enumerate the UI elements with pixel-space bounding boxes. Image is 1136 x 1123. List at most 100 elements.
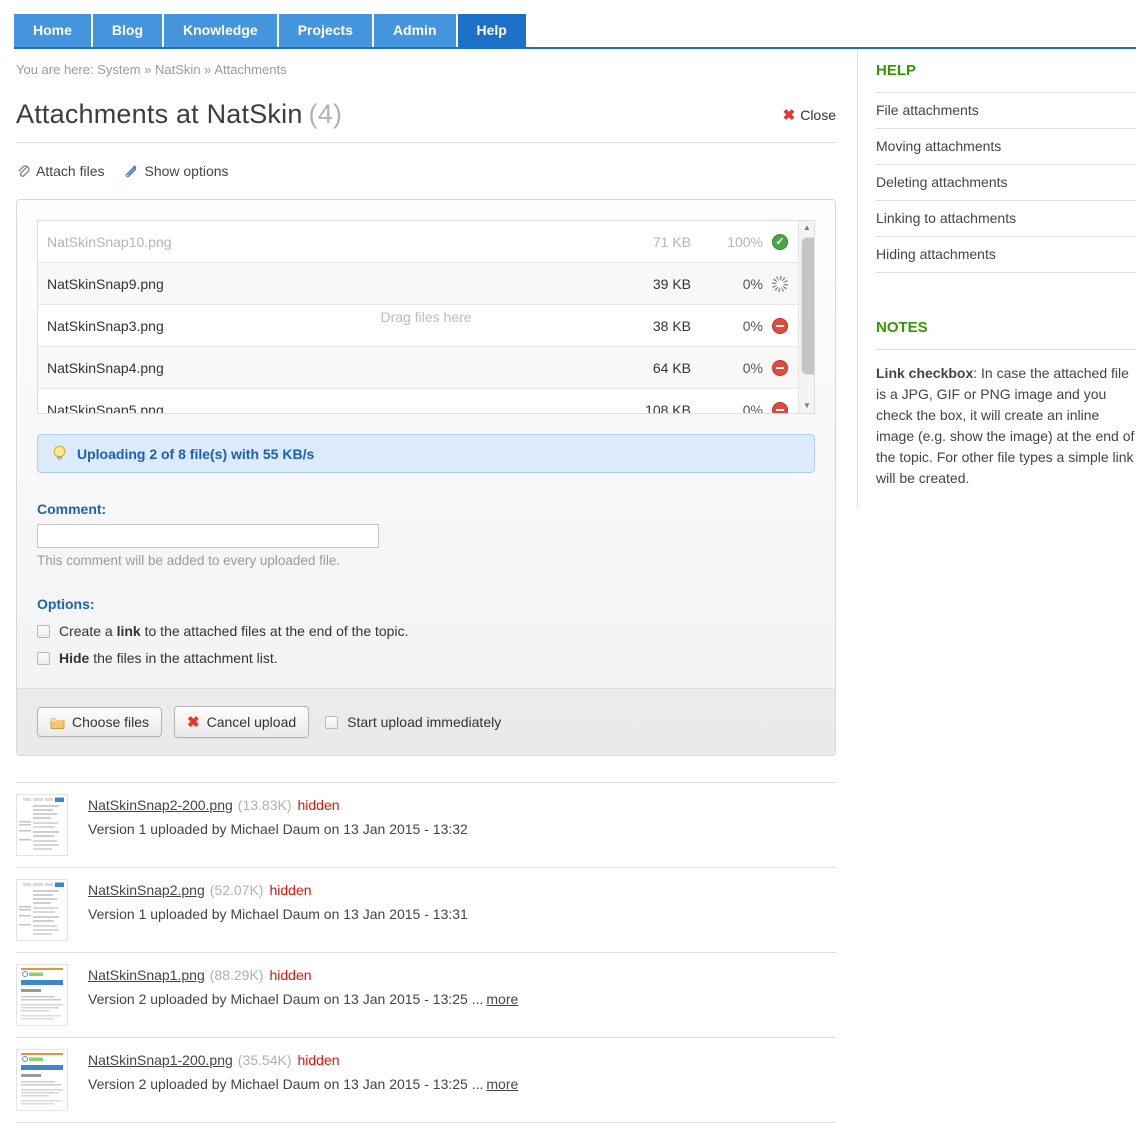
scroll-up-icon[interactable]: ▲ [799,221,815,235]
nav-tab-projects[interactable]: Projects [279,14,372,47]
attachment-item: NatSkinSnap2.png(52.07K)hiddenVersion 1 … [16,867,836,952]
upload-option-row: Hide the files in the attachment list. [37,650,815,666]
upload-status-text: Uploading 2 of 8 file(s) with 55 KB/s [77,446,314,462]
upload-file-size: 39 KB [601,276,691,292]
start-upload-checkbox[interactable] [325,716,338,729]
scrollbar[interactable]: ▲ ▼ [798,221,814,413]
upload-spinner-icon [772,276,788,292]
attachment-size: (13.83K) [238,797,292,813]
breadcrumb: You are here: System » NatSkin » Attachm… [16,62,836,77]
remove-file-icon[interactable] [772,318,788,334]
help-sidebar: HELP File attachmentsMoving attachmentsD… [876,62,1136,489]
close-button[interactable]: ✖ Close [783,106,836,124]
upload-file-name: NatSkinSnap4.png [47,360,601,376]
show-options-link[interactable]: Show options [124,163,228,179]
option-checkbox-1[interactable] [37,652,50,665]
upload-file-size: 64 KB [601,360,691,376]
scrollbar-thumb[interactable] [801,237,815,375]
attachment-size: (35.54K) [238,1052,292,1068]
more-link[interactable]: more [486,991,518,1007]
attachment-thumbnail[interactable] [16,964,68,1026]
help-link-hiding-attachments[interactable]: Hiding attachments [876,237,1136,273]
attachment-item: NatSkinSnap1.png(88.29K)hiddenVersion 2 … [16,952,836,1037]
nav-tab-knowledge[interactable]: Knowledge [164,14,277,47]
lightbulb-icon [52,445,67,462]
upload-file-name: NatSkinSnap10.png [47,234,601,250]
help-heading: HELP [876,62,1136,93]
paperclip-icon [16,164,30,179]
nav-tab-blog[interactable]: Blog [93,14,162,47]
attachment-name-link[interactable]: NatSkinSnap2-200.png [88,797,233,813]
nav-underline [14,47,1136,49]
more-link[interactable]: more [486,1076,518,1092]
nav-tab-admin[interactable]: Admin [374,14,456,47]
help-link-linking-to-attachments[interactable]: Linking to attachments [876,201,1136,237]
upload-done-icon: ✓ [772,234,788,250]
upload-panel: NatSkinSnap10.png71 KB100% ✓ NatSkinSnap9.… [16,199,836,756]
upload-file-row: NatSkinSnap5.png108 KB0% [38,389,814,414]
option-checkbox-0[interactable] [37,625,50,638]
attachment-body: NatSkinSnap1-200.png(35.54K)hiddenVersio… [88,1049,518,1111]
attachment-meta: Version 2 uploaded by Michael Daum on 13… [88,1076,518,1092]
upload-file-progress: 0% [691,360,763,376]
upload-file-progress: 100% [691,234,763,250]
upload-file-row: NatSkinSnap3.png38 KB0% [38,305,814,347]
attachment-item: NatSkinSnap1-200.png(35.54K)hiddenVersio… [16,1037,836,1123]
attachment-meta: Version 1 uploaded by Michael Daum on 13… [88,821,468,837]
attachment-thumbnail[interactable] [16,794,68,856]
attachment-body: NatSkinSnap2-200.png (13.83K) hidden Versio… [88,794,468,856]
choose-files-button[interactable]: Choose files [37,707,162,737]
breadcrumb-link-attachments[interactable]: Attachments [214,62,286,77]
breadcrumb-link-natskin[interactable]: NatSkin [155,62,201,77]
help-link-file-attachments[interactable]: File attachments [876,93,1136,129]
notes-text: Link checkbox: In case the attached file… [876,363,1136,489]
upload-file-name: NatSkinSnap5.png [47,402,601,415]
upload-file-list: NatSkinSnap10.png71 KB100% ✓ NatSkinSnap9.… [37,220,815,414]
folder-icon [50,716,65,729]
upload-file-row: NatSkinSnap4.png64 KB0% [38,347,814,389]
remove-file-icon[interactable] [772,402,788,415]
breadcrumb-link-system[interactable]: System [97,62,140,77]
upload-file-size: 71 KB [601,234,691,250]
cancel-x-icon: ✖ [187,713,200,731]
attachment-count: (4) [309,99,343,129]
attachment-title-line: NatSkinSnap2.png(52.07K)hidden [88,882,468,898]
upload-button-bar: Choose files ✖ Cancel upload Start uploa… [17,688,835,755]
nav-tab-home[interactable]: Home [14,14,91,47]
breadcrumb-prefix: You are here: [16,62,94,77]
options-label: Options: [37,596,815,612]
scroll-down-icon[interactable]: ▼ [799,399,815,413]
attachment-thumbnail[interactable] [16,879,68,941]
attachment-hidden-flag: hidden [297,797,339,813]
attachment-thumbnail[interactable] [16,1049,68,1111]
upload-file-size: 38 KB [601,318,691,334]
attachment-meta: Version 2 uploaded by Michael Daum on 13… [88,991,518,1007]
comment-input[interactable] [37,524,379,548]
remove-file-icon[interactable] [772,360,788,376]
attach-files-link[interactable]: Attach files [16,163,104,179]
option-label-1: Hide the files in the attachment list. [59,650,278,666]
attachment-name-link[interactable]: NatSkinSnap1.png [88,967,205,983]
help-link-deleting-attachments[interactable]: Deleting attachments [876,165,1136,201]
cancel-upload-button[interactable]: ✖ Cancel upload [174,706,309,738]
help-link-moving-attachments[interactable]: Moving attachments [876,129,1136,165]
page-title: Attachments at NatSkin(4) [16,99,342,130]
nav-tab-help[interactable]: Help [458,14,526,47]
attachment-name-link[interactable]: NatSkinSnap2.png [88,882,205,898]
attachment-body: NatSkinSnap2.png(52.07K)hiddenVersion 1 … [88,879,468,941]
start-upload-label: Start upload immediately [347,714,501,730]
attachment-size: (52.07K) [210,882,264,898]
wrench-icon [124,164,138,179]
comment-hint: This comment will be added to every uplo… [37,553,815,568]
top-navigation: HomeBlogKnowledgeProjectsAdminHelp [0,0,1136,47]
attachment-name-link[interactable]: NatSkinSnap1-200.png [88,1052,233,1068]
upload-file-row: NatSkinSnap9.png39 KB0% [38,263,814,305]
upload-file-name: NatSkinSnap9.png [47,276,601,292]
upload-file-size: 108 KB [601,402,691,415]
attachment-hidden-flag: hidden [269,967,311,983]
upload-file-progress: 0% [691,276,763,292]
attachment-title-line: NatSkinSnap2-200.png (13.83K) hidden [88,797,468,813]
upload-file-name: NatSkinSnap3.png [47,318,601,334]
title-divider [16,142,836,143]
close-icon: ✖ [783,106,796,124]
